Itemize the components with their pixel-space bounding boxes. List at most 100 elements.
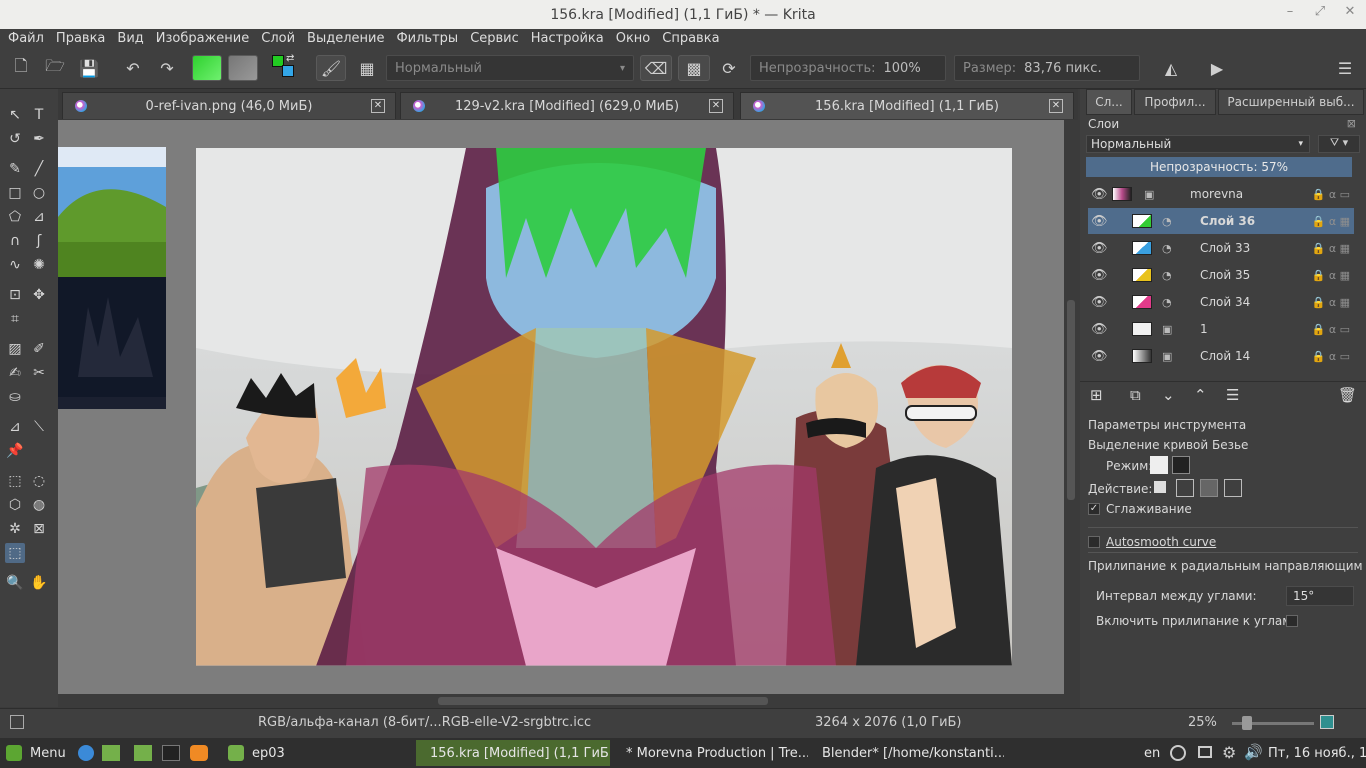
brush-preset-icon[interactable]: 🖌 xyxy=(316,55,346,81)
delete-layer-icon[interactable]: 🗑 xyxy=(1338,386,1357,404)
menu-filters[interactable]: Фильтры xyxy=(396,31,458,46)
eraser-icon[interactable]: ⌫ xyxy=(640,55,672,81)
tab-advanced-color[interactable]: Расширенный выб... xyxy=(1218,89,1364,115)
visibility-eye-icon[interactable]: 👁 xyxy=(1091,241,1108,256)
vscroll-thumb[interactable] xyxy=(1067,300,1075,500)
mode-intersect-icon[interactable] xyxy=(1172,456,1190,474)
ellipse-tool-icon[interactable]: ○ xyxy=(29,183,49,203)
blend-mode-select[interactable]: Нормальный ▾ xyxy=(386,55,634,81)
task-blender[interactable]: Blender* [/home/konstanti... xyxy=(808,740,1004,766)
shield-icon[interactable] xyxy=(1170,745,1186,761)
toolbar-menu-icon[interactable]: ☰ xyxy=(1332,55,1358,81)
menu-help[interactable]: Справка xyxy=(662,31,719,46)
brush-grid-icon[interactable]: ▦ xyxy=(354,55,380,81)
mirror-horizontal-icon[interactable]: ◭ xyxy=(1158,55,1184,81)
zoom-slider-handle[interactable] xyxy=(1242,716,1252,730)
files-app-icon[interactable] xyxy=(102,745,120,761)
contiguous-select-icon[interactable]: ✲ xyxy=(5,519,25,539)
task-krita[interactable]: 156.kra [Modified] (1,1 ГиБ... xyxy=(416,740,610,766)
fg-bg-color-selector[interactable]: ⇄ xyxy=(270,53,296,79)
dynamic-brush-icon[interactable]: ∿ xyxy=(5,255,25,275)
menu-layer[interactable]: Слой xyxy=(261,31,295,46)
blender-launcher-icon[interactable] xyxy=(190,745,208,761)
layer-blend-mode-select[interactable]: Нормальный ▾ xyxy=(1086,135,1310,153)
bezier-tool-icon[interactable]: ∩ xyxy=(5,231,25,251)
hscroll-thumb[interactable] xyxy=(438,697,768,705)
visibility-eye-icon[interactable]: 👁 xyxy=(1091,268,1108,283)
layer-flags-icon[interactable]: 🔒 α ▦ xyxy=(1312,215,1350,228)
mirror-vertical-icon[interactable]: ▶ xyxy=(1204,55,1230,81)
angle-interval-input[interactable]: 15° xyxy=(1286,586,1354,606)
menu-image[interactable]: Изображение xyxy=(156,31,249,46)
rect-select-icon[interactable]: ⬚ xyxy=(5,471,25,491)
colorize-mask-icon[interactable]: ✍ xyxy=(5,363,25,383)
menu-view[interactable]: Вид xyxy=(117,31,143,46)
tab-close-icon[interactable]: ✕ xyxy=(371,99,385,113)
polygon-tool-icon[interactable]: ⬠ xyxy=(5,207,25,227)
layer-row-34[interactable]: 👁 ◔ Слой 34 🔒 α ▦ xyxy=(1088,289,1354,315)
panel-close-icon[interactable]: ⊠ xyxy=(1347,117,1356,130)
canvas-horizontal-scrollbar[interactable] xyxy=(58,694,1064,708)
folder-app-icon[interactable] xyxy=(134,745,152,761)
snap-enable-checkbox[interactable] xyxy=(1286,615,1298,627)
multibrush-icon[interactable]: ✺ xyxy=(29,255,49,275)
close-icon[interactable]: ✕ xyxy=(1340,4,1360,24)
tab-156[interactable]: 156.kra [Modified] (1,1 ГиБ) ✕ xyxy=(740,92,1074,119)
ellipse-select-icon[interactable]: ◌ xyxy=(29,471,49,491)
layer-flags-icon[interactable]: 🔒 α ▭ xyxy=(1312,323,1350,336)
similar-select-icon[interactable]: ⊠ xyxy=(29,519,49,539)
chat-icon[interactable] xyxy=(1198,746,1212,758)
layer-row-36[interactable]: 👁 ◔ Слой 36 🔒 α ▦ xyxy=(1088,208,1354,234)
action-replace-icon[interactable] xyxy=(1154,481,1166,493)
action-intersect-icon[interactable] xyxy=(1224,479,1242,497)
pan-tool-icon[interactable]: ✋ xyxy=(29,573,49,593)
menu-select[interactable]: Выделение xyxy=(307,31,384,46)
canvas-vertical-scrollbar[interactable] xyxy=(1064,120,1078,694)
antialias-checkbox[interactable]: ✓ xyxy=(1088,503,1100,515)
line-tool-icon[interactable]: ╱ xyxy=(29,159,49,179)
polygon-select-icon[interactable]: ⬡ xyxy=(5,495,25,515)
smart-patch-icon[interactable]: ✂ xyxy=(29,363,49,383)
layer-flags-icon[interactable]: 🔒 α ▦ xyxy=(1312,242,1350,255)
selection-mode-icon[interactable] xyxy=(10,715,24,729)
maximize-icon[interactable]: ⤢ xyxy=(1310,4,1330,24)
terminal-app-icon[interactable] xyxy=(162,745,180,761)
tab-129-v2[interactable]: 129-v2.kra [Modified] (629,0 МиБ) ✕ xyxy=(400,92,734,119)
keyboard-layout[interactable]: en xyxy=(1144,746,1160,761)
reference-tool-icon[interactable]: 📌 xyxy=(5,441,25,461)
task-chrome[interactable]: * Morevna Production | Tre... xyxy=(612,740,808,766)
layer-flags-icon[interactable]: 🔒 α ▦ xyxy=(1312,269,1350,282)
autosmooth-checkbox[interactable] xyxy=(1088,536,1100,548)
menu-tools[interactable]: Сервис xyxy=(470,31,519,46)
menu-window[interactable]: Окно xyxy=(616,31,651,46)
clock[interactable]: Пт, 16 нояб., 16:44 xyxy=(1268,746,1366,761)
visibility-eye-icon[interactable]: 👁 xyxy=(1091,295,1108,310)
start-menu-button[interactable]: Menu xyxy=(0,740,72,766)
freehand-path-icon[interactable]: ʃ xyxy=(29,231,49,251)
layer-row-1[interactable]: 👁 ▣ 1 🔒 α ▭ xyxy=(1088,316,1354,342)
polyline-tool-icon[interactable]: ⊿ xyxy=(29,207,49,227)
network-icon[interactable]: ⚙ xyxy=(1222,743,1236,762)
transform-tool-icon[interactable]: ⊡ xyxy=(5,285,25,305)
move-tool-icon[interactable]: ✥ xyxy=(29,285,49,305)
rectangle-tool-icon[interactable]: □ xyxy=(5,183,25,203)
layer-row-morevna[interactable]: 👁 ▣ morevna 🔒 α ▭ xyxy=(1088,181,1354,207)
opacity-slider[interactable]: Непрозрачность: 100% xyxy=(750,55,946,81)
layer-flags-icon[interactable]: 🔒 α ▦ xyxy=(1312,296,1350,309)
launcher-app-icon[interactable] xyxy=(78,745,94,761)
brush-size-slider[interactable]: Размер: 83,76 пикс. xyxy=(954,55,1140,81)
crop-tool-icon[interactable]: ⌗ xyxy=(5,309,25,329)
open-document-icon[interactable]: 🗁 xyxy=(42,55,68,81)
alpha-lock-icon[interactable]: ▩ xyxy=(678,55,710,81)
volume-icon[interactable]: 🔊 xyxy=(1244,743,1263,761)
outline-select-icon[interactable]: ◍ xyxy=(29,495,49,515)
layer-opacity-slider[interactable]: Непрозрачность: 57% xyxy=(1086,157,1352,177)
select-shapes-icon[interactable]: ↖ xyxy=(5,105,25,125)
visibility-eye-icon[interactable]: 👁 xyxy=(1091,187,1108,202)
move-layer-down-icon[interactable]: ⌄ xyxy=(1162,386,1175,404)
mode-replace-icon[interactable] xyxy=(1150,456,1168,474)
fit-to-view-icon[interactable] xyxy=(1320,715,1334,729)
tab-close-icon[interactable]: ✕ xyxy=(1049,99,1063,113)
redo-icon[interactable]: ↷ xyxy=(154,55,180,81)
layer-row-14[interactable]: 👁 ▣ Слой 14 🔒 α ▭ xyxy=(1088,343,1354,369)
